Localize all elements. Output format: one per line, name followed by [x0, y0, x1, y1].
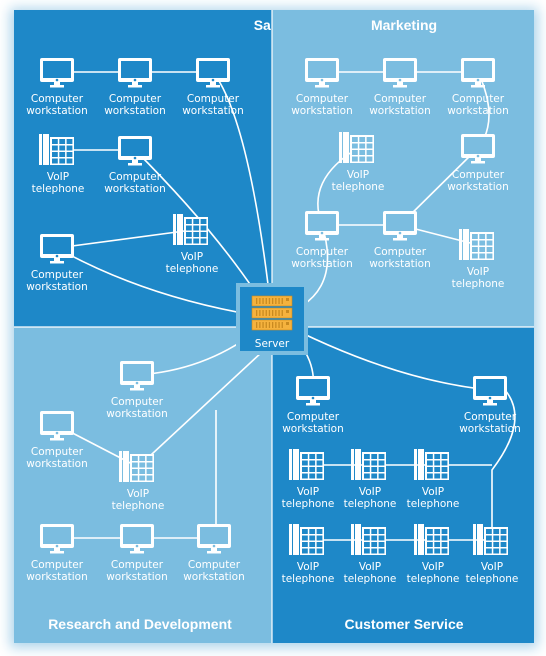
node-label: Computer	[374, 93, 427, 105]
node-label: Computer	[31, 269, 84, 281]
node-label: Computer	[287, 411, 340, 423]
server-node[interactable]: Server	[236, 283, 308, 355]
server-rack-icon	[251, 295, 293, 331]
node-label: Computer	[296, 246, 349, 258]
phone-icon	[473, 524, 508, 555]
node-label: telephone	[32, 183, 85, 195]
node-label: workstation	[291, 105, 353, 117]
zone-cs: Customer Service	[272, 327, 534, 643]
node-label: telephone	[407, 573, 460, 585]
zone-title: Marketing	[371, 17, 437, 33]
node-label: workstation	[26, 105, 88, 117]
node-label: telephone	[166, 263, 219, 275]
node-label: telephone	[282, 498, 335, 510]
node-label: VoIP	[297, 561, 319, 573]
phone-icon	[414, 524, 449, 555]
node-label: Computer	[188, 559, 241, 571]
node-label: Computer	[31, 559, 84, 571]
node-label: telephone	[452, 278, 505, 290]
node-label: workstation	[104, 183, 166, 195]
node-label: workstation	[26, 458, 88, 470]
node-label: Computer	[452, 93, 505, 105]
phone-icon	[289, 524, 324, 555]
node-label: workstation	[183, 571, 245, 583]
node-label: VoIP	[181, 251, 203, 263]
node-label: VoIP	[47, 171, 69, 183]
node-label: VoIP	[467, 266, 489, 278]
node-label: Computer	[464, 411, 517, 423]
phone-icon	[173, 214, 208, 245]
node-label: Computer	[109, 171, 162, 183]
node-label: workstation	[182, 105, 244, 117]
server-label: Server	[255, 338, 290, 350]
node-label: Computer	[374, 246, 427, 258]
node-label: workstation	[106, 571, 168, 583]
node-label: VoIP	[359, 561, 381, 573]
node-label: workstation	[26, 281, 88, 293]
phone-icon	[351, 524, 386, 555]
node-label: VoIP	[347, 169, 369, 181]
node-label: workstation	[447, 105, 509, 117]
node-label: VoIP	[127, 488, 149, 500]
network-diagram: SalesMarketingResearch and DevelopmentCu…	[10, 8, 538, 648]
phone-icon	[414, 449, 449, 480]
node-label: workstation	[26, 571, 88, 583]
node-label: workstation	[282, 423, 344, 435]
node-label: Computer	[452, 169, 505, 181]
node-label: telephone	[344, 573, 397, 585]
node-label: Computer	[111, 559, 164, 571]
node-label: telephone	[332, 181, 385, 193]
node-label: Computer	[31, 93, 84, 105]
zone-title: Research and Development	[48, 616, 232, 632]
node-label: telephone	[344, 498, 397, 510]
node-label: telephone	[112, 500, 165, 512]
node-label: Computer	[31, 446, 84, 458]
node-label: workstation	[459, 423, 521, 435]
node-label: VoIP	[297, 486, 319, 498]
phone-icon	[339, 132, 374, 163]
node-label: workstation	[369, 258, 431, 270]
node-label: workstation	[291, 258, 353, 270]
phone-icon	[459, 229, 494, 260]
node-label: workstation	[106, 408, 168, 420]
node-label: VoIP	[481, 561, 503, 573]
node-label: VoIP	[422, 561, 444, 573]
node-label: telephone	[407, 498, 460, 510]
node-label: Computer	[187, 93, 240, 105]
phone-icon	[119, 451, 154, 482]
node-label: VoIP	[422, 486, 444, 498]
node-label: telephone	[282, 573, 335, 585]
node-label: workstation	[104, 105, 166, 117]
phone-icon	[289, 449, 324, 480]
node-label: workstation	[369, 105, 431, 117]
node-label: telephone	[466, 573, 519, 585]
node-label: Computer	[111, 396, 164, 408]
phone-icon	[351, 449, 386, 480]
zone-title: Customer Service	[344, 616, 463, 632]
phone-icon	[39, 134, 74, 165]
node-label: Computer	[296, 93, 349, 105]
node-label: workstation	[447, 181, 509, 193]
node-label: VoIP	[359, 486, 381, 498]
node-label: Computer	[109, 93, 162, 105]
